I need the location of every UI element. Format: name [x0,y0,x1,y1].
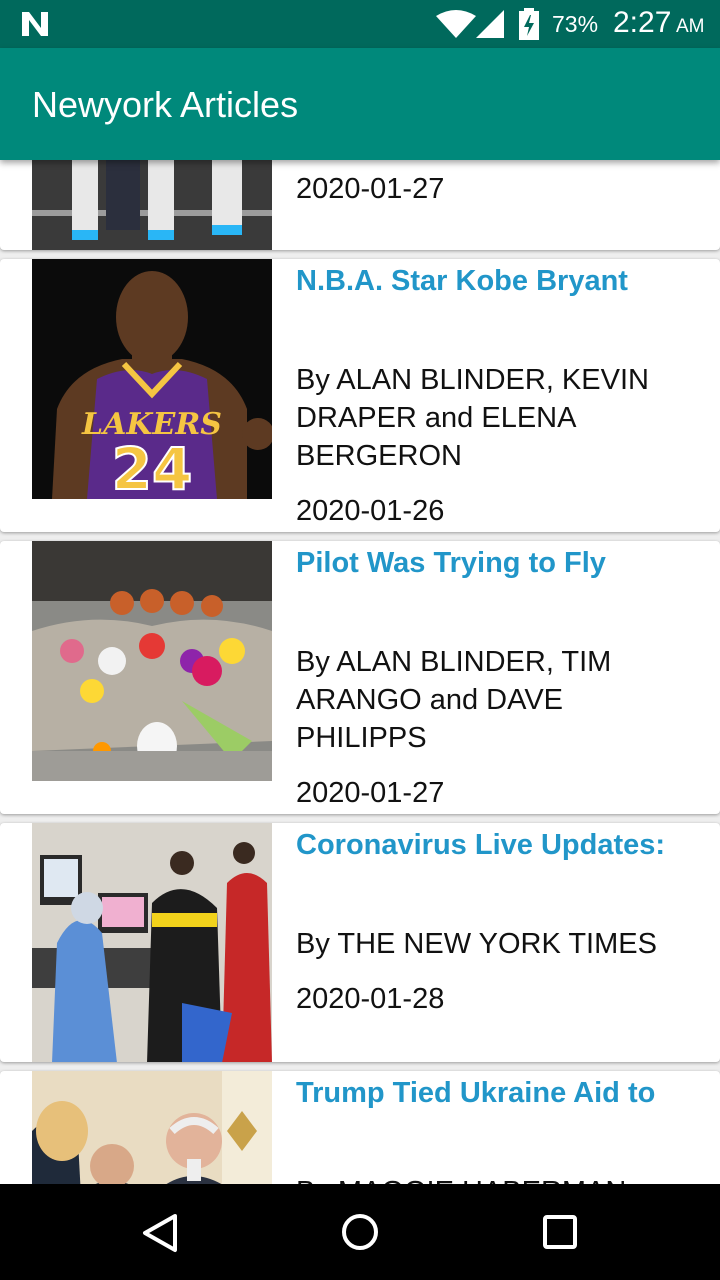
article-date: 2020-01-27 [296,173,445,205]
article-date: 2020-01-27 [296,777,445,809]
article-list[interactable]: 2020-01-27 LAKERS 24 N.B.A. Star Kobe Br… [0,160,720,1184]
navigation-bar [0,1184,720,1280]
wifi-icon [436,10,476,38]
home-icon[interactable] [340,1212,380,1252]
article-thumbnail [32,160,272,250]
app-bar: Newyork Articles [0,48,720,160]
recents-icon[interactable] [542,1214,578,1250]
svg-text:24: 24 [112,435,193,499]
article-card[interactable]: Trump Tied Ukraine Aid to By MAGGIE HABE… [0,1071,720,1184]
article-byline: By MAGGIE HABERMAN [296,1173,696,1184]
battery-charging-icon [519,8,539,40]
clock-ampm: AM [676,16,705,37]
article-thumbnail: LAKERS 24 [32,259,272,499]
notification-n-icon [22,12,48,36]
article-thumbnail [32,1071,272,1184]
article-title-link[interactable]: Coronavirus Live Updates: [296,829,665,862]
article-thumbnail [32,541,272,781]
battery-percentage: 73% [552,11,599,37]
article-card[interactable]: Coronavirus Live Updates: By THE NEW YOR… [0,823,720,1062]
article-byline: By THE NEW YORK TIMES [296,928,657,960]
article-thumbnail [32,823,272,1062]
clock-time: 2:27 [613,6,672,39]
article-title-link[interactable]: Pilot Was Trying to Fly [296,547,606,580]
back-icon[interactable] [141,1213,179,1253]
article-date: 2020-01-26 [296,495,445,527]
article-card[interactable]: Pilot Was Trying to Fly By ALAN BLINDER,… [0,541,720,814]
article-title-link[interactable]: Trump Tied Ukraine Aid to [296,1077,655,1110]
article-byline: By ALAN BLINDER, KEVIN DRAPER and ELENA … [296,364,649,472]
article-byline: By ALAN BLINDER, TIM ARANGO and DAVE PHI… [296,646,612,754]
article-title-link[interactable]: N.B.A. Star Kobe Bryant [296,265,628,298]
cell-signal-icon [476,10,504,38]
article-card[interactable]: 2020-01-27 [0,160,720,250]
article-card[interactable]: LAKERS 24 N.B.A. Star Kobe Bryant By ALA… [0,259,720,532]
article-date: 2020-01-28 [296,983,445,1015]
status-bar: 73% 2:27 AM [0,0,720,48]
page-title: Newyork Articles [32,84,299,125]
